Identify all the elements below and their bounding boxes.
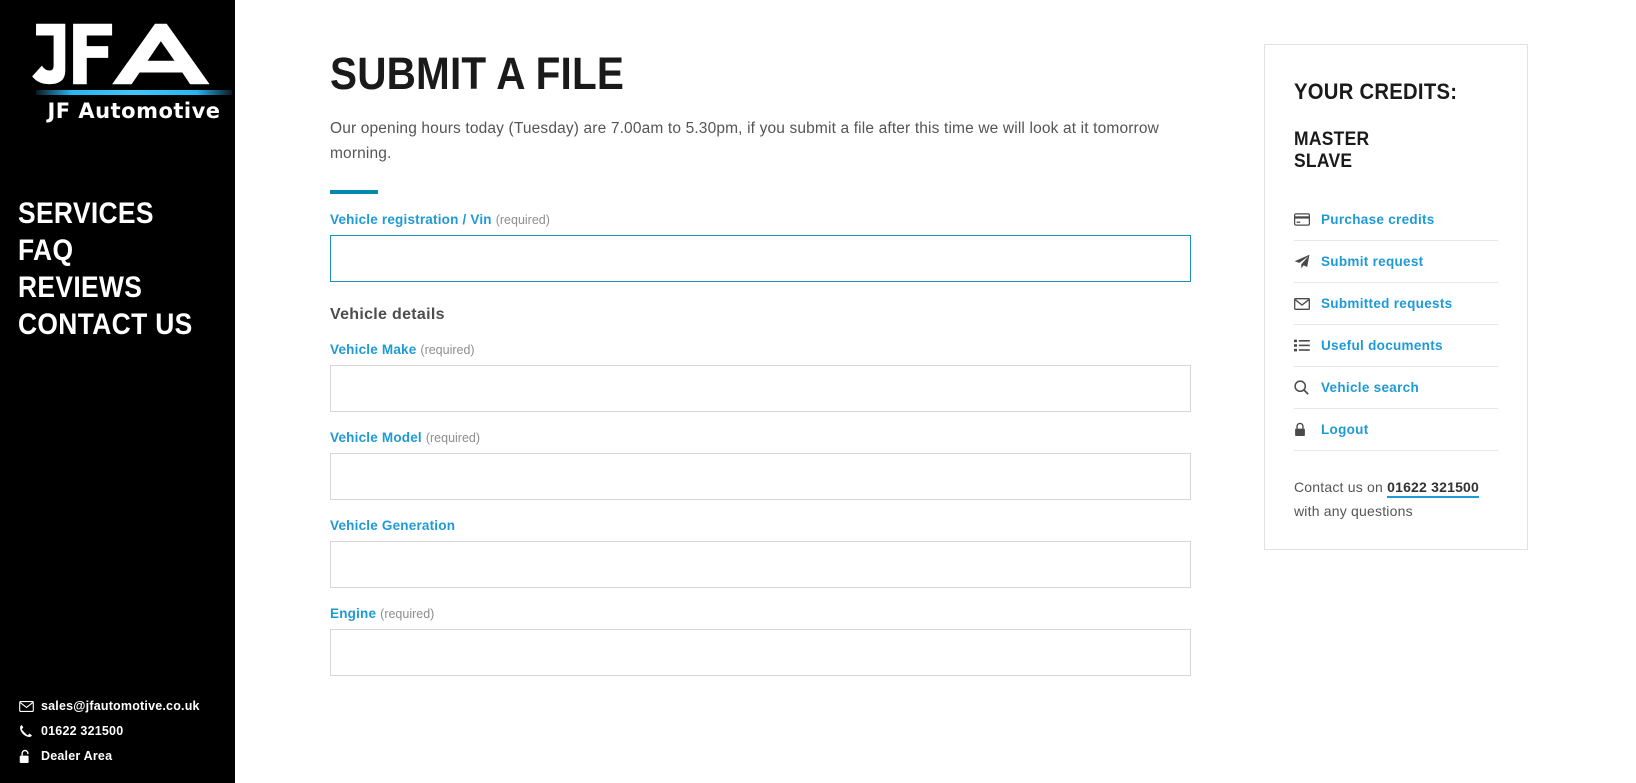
label-vehicle-generation-text: Vehicle Generation [330, 518, 456, 533]
input-engine[interactable] [330, 629, 1191, 676]
site-logo[interactable]: JF Automotive [0, 4, 235, 123]
label-vehicle-model-text: Vehicle Model [330, 430, 422, 445]
field-vehicle-make: Vehicle Make (required) [330, 342, 1191, 412]
main-navigation: SERVICES FAQ REVIEWS CONTACT US [0, 195, 235, 343]
label-vehicle-generation: Vehicle Generation [330, 518, 1191, 533]
sidebar-email-link[interactable]: sales@jfautomotive.co.uk [19, 694, 235, 718]
accent-divider-bar [330, 190, 378, 194]
label-vehicle-make-text: Vehicle Make [330, 342, 417, 357]
phone-icon [19, 724, 41, 738]
field-engine: Engine (required) [330, 606, 1191, 676]
logo-wordmark: JF Automotive [47, 99, 221, 123]
credits-panel-menu: Purchase credits Submit request Submitte… [1294, 199, 1498, 451]
menu-item-submit-request-label: Submit request [1321, 254, 1424, 269]
envelope-icon [19, 700, 41, 712]
input-vehicle-generation[interactable] [330, 541, 1191, 588]
menu-item-useful-documents-label: Useful documents [1321, 338, 1443, 353]
credits-values: MASTER SLAVE [1294, 129, 1482, 173]
nav-item-faq[interactable]: FAQ [18, 232, 209, 269]
credits-slave-line: SLAVE [1294, 151, 1353, 172]
credits-panel-title: YOUR CREDITS: [1294, 79, 1458, 104]
field-vehicle-model: Vehicle Model (required) [330, 430, 1191, 500]
input-vehicle-make[interactable] [330, 365, 1191, 412]
submit-file-form: SUBMIT A FILE Our opening hours today (T… [330, 0, 1191, 676]
field-vehicle-registration: Vehicle registration / Vin (required) [330, 212, 1191, 282]
sidebar-dealer-area-link[interactable]: Dealer Area [19, 744, 235, 768]
envelope-icon [1294, 297, 1321, 310]
nav-item-reviews[interactable]: REVIEWS [18, 269, 209, 306]
label-vehicle-model: Vehicle Model (required) [330, 430, 1191, 445]
jfa-logo-icon [32, 23, 210, 85]
label-vehicle-registration-text: Vehicle registration / Vin [330, 212, 492, 227]
menu-item-logout-label: Logout [1321, 422, 1369, 437]
field-vehicle-generation: Vehicle Generation [330, 518, 1191, 588]
unlock-icon [19, 749, 41, 764]
opening-hours-notice: Our opening hours today (Tuesday) are 7.… [330, 120, 1159, 162]
input-vehicle-registration[interactable] [330, 235, 1191, 282]
menu-item-vehicle-search-label: Vehicle search [1321, 380, 1420, 395]
lock-icon [1294, 422, 1321, 437]
sidebar-phone-label: 01622 321500 [41, 724, 124, 738]
sidebar-email-label: sales@jfautomotive.co.uk [41, 699, 200, 713]
page-root: JF Automotive SERVICES FAQ REVIEWS CONTA… [0, 0, 1636, 783]
logo-stripe [36, 90, 232, 95]
input-vehicle-model[interactable] [330, 453, 1191, 500]
label-vehicle-make: Vehicle Make (required) [330, 342, 1191, 357]
label-engine-required: (required) [380, 607, 435, 621]
main-content: SUBMIT A FILE Our opening hours today (T… [235, 0, 1636, 783]
credits-panel: YOUR CREDITS: MASTER SLAVE Purchase cred… [1264, 44, 1528, 550]
left-sidebar: JF Automotive SERVICES FAQ REVIEWS CONTA… [0, 0, 235, 783]
label-engine-text: Engine [330, 606, 377, 621]
nav-item-services[interactable]: SERVICES [18, 195, 209, 232]
sidebar-footer: sales@jfautomotive.co.uk 01622 321500 De… [0, 694, 235, 769]
nav-item-contact-us[interactable]: CONTACT US [18, 306, 209, 343]
section-heading-vehicle-details: Vehicle details [330, 306, 445, 323]
menu-item-logout[interactable]: Logout [1294, 409, 1498, 451]
menu-item-useful-documents[interactable]: Useful documents [1294, 325, 1498, 367]
panel-contact-phone[interactable]: 01622 321500 [1387, 479, 1480, 498]
menu-item-submitted-requests-label: Submitted requests [1321, 296, 1453, 311]
list-icon [1294, 339, 1321, 352]
menu-item-purchase-credits[interactable]: Purchase credits [1294, 199, 1498, 241]
panel-contact-prefix: Contact us on [1294, 479, 1383, 495]
menu-item-purchase-credits-label: Purchase credits [1321, 212, 1435, 227]
menu-item-vehicle-search[interactable]: Vehicle search [1294, 367, 1498, 409]
paper-plane-icon [1294, 254, 1321, 269]
sidebar-phone-link[interactable]: 01622 321500 [19, 719, 235, 743]
label-vehicle-registration-required: (required) [495, 213, 550, 227]
sidebar-dealer-area-label: Dealer Area [41, 749, 113, 763]
menu-item-submitted-requests[interactable]: Submitted requests [1294, 283, 1498, 325]
credit-card-icon [1294, 213, 1321, 226]
label-engine: Engine (required) [330, 606, 1191, 621]
panel-contact-suffix: with any questions [1294, 503, 1413, 519]
label-vehicle-model-required: (required) [425, 431, 481, 445]
label-vehicle-registration: Vehicle registration / Vin (required) [330, 212, 1191, 227]
page-title: SUBMIT A FILE [330, 48, 625, 99]
search-icon [1294, 380, 1321, 395]
credits-master-line: MASTER [1294, 129, 1370, 150]
menu-item-submit-request[interactable]: Submit request [1294, 241, 1498, 283]
panel-contact-text: Contact us on 01622 321500 with any ques… [1294, 475, 1498, 523]
label-vehicle-make-required: (required) [420, 343, 475, 357]
